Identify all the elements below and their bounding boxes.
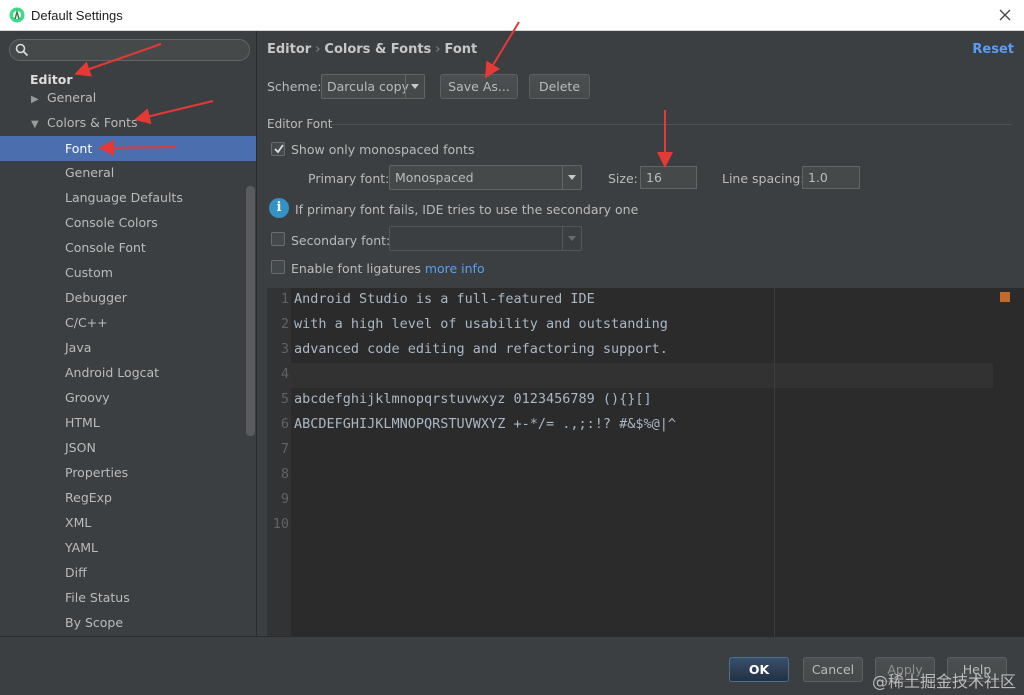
settings-search-input[interactable]	[9, 39, 250, 61]
tree-item-general[interactable]: ▶ General	[31, 85, 96, 110]
line-number: 9	[280, 491, 289, 507]
scheme-label: Scheme:	[267, 79, 322, 94]
dropdown-arrow-icon	[562, 166, 581, 189]
secondary-font-dropdown[interactable]	[389, 226, 582, 251]
editor-font-section-title: Editor Font	[267, 117, 333, 131]
tree-item-java[interactable]: Java	[65, 335, 91, 360]
preview-line: ABCDEFGHIJKLMNOPQRSTUVWXYZ +-*/= .,;:!? …	[294, 416, 677, 432]
line-number: 6	[280, 416, 289, 432]
preview-line: abcdefghijklmnopqrstuvwxyz 0123456789 ()…	[294, 391, 652, 407]
line-number: 8	[280, 466, 289, 482]
breadcrumb: Editor › Colors & Fonts › Font	[267, 42, 478, 57]
close-icon	[999, 9, 1011, 21]
monospaced-label: Show only monospaced fonts	[291, 142, 475, 157]
search-icon	[15, 43, 29, 57]
cancel-button[interactable]: Cancel	[803, 657, 863, 682]
tree-item-font[interactable]: Font	[0, 136, 256, 161]
tree-item-console-font[interactable]: Console Font	[65, 235, 146, 260]
tree-item-colors-fonts[interactable]: ▼ Colors & Fonts	[31, 110, 138, 135]
collapse-arrow-icon: ▼	[31, 119, 39, 130]
dropdown-arrow-icon	[405, 75, 424, 98]
line-number: 5	[280, 391, 289, 407]
tree-item-by-scope[interactable]: By Scope	[65, 610, 123, 635]
sidebar-scrollbar[interactable]	[246, 186, 255, 436]
info-icon: i	[269, 198, 289, 218]
tree-item-file-status[interactable]: File Status	[65, 585, 130, 610]
tree-item-console-colors[interactable]: Console Colors	[65, 210, 158, 235]
tree-item-diff[interactable]: Diff	[65, 560, 87, 585]
font-settings-panel: Editor › Colors & Fonts › Font Reset Scheme:…	[258, 31, 1024, 636]
primary-font-dropdown[interactable]: Monospaced	[389, 165, 582, 190]
preview-line: advanced code editing and refactoring su…	[294, 341, 668, 357]
tree-item-yaml[interactable]: YAML	[65, 535, 98, 560]
line-number: 4	[280, 366, 289, 382]
tree-item-android-logcat[interactable]: Android Logcat	[65, 360, 159, 385]
secondary-font-label: Secondary font:	[291, 233, 391, 248]
save-as-button[interactable]: Save As...	[440, 74, 518, 99]
scheme-dropdown[interactable]: Darcula copy	[321, 74, 425, 99]
monospaced-checkbox[interactable]	[271, 142, 285, 156]
tree-item-general-colors[interactable]: General	[65, 160, 114, 185]
info-message: If primary font fails, IDE tries to use …	[295, 202, 639, 217]
line-number: 3	[280, 341, 289, 357]
line-number: 10	[272, 516, 289, 532]
delete-button[interactable]: Delete	[529, 74, 590, 99]
line-spacing-label: Line spacing:	[722, 171, 805, 186]
primary-font-label: Primary font:	[308, 171, 390, 186]
tree-item-language-defaults[interactable]: Language Defaults	[65, 185, 183, 210]
line-number: 2	[280, 316, 289, 332]
close-window-button[interactable]	[994, 4, 1016, 26]
tree-item-json[interactable]: JSON	[65, 435, 96, 460]
font-size-input[interactable]: 16	[640, 166, 697, 189]
line-number: 7	[280, 441, 289, 457]
current-line-highlight	[291, 363, 993, 388]
font-preview-editor[interactable]: 1 Android Studio is a full-featured IDE 2 w…	[267, 288, 1024, 636]
line-number: 1	[280, 291, 289, 307]
font-ligatures-checkbox[interactable]	[271, 260, 285, 274]
tree-item-groovy[interactable]: Groovy	[65, 385, 110, 410]
tree-item-regexp[interactable]: RegExp	[65, 485, 112, 510]
dialog-footer	[0, 636, 1024, 695]
right-margin-guide	[774, 288, 775, 636]
more-info-link[interactable]: more info	[425, 261, 485, 276]
tree-item-properties[interactable]: Properties	[65, 460, 128, 485]
window-title: Default Settings	[31, 7, 123, 23]
section-divider	[330, 124, 1012, 125]
settings-tree: Editor ▶ General ▼ Colors & Fonts Font Gen…	[0, 31, 257, 636]
preview-line: with a high level of usability and outst…	[294, 316, 668, 332]
tree-item-custom[interactable]: Custom	[65, 260, 113, 285]
tree-item-debugger[interactable]: Debugger	[65, 285, 127, 310]
error-stripe-marker	[1000, 292, 1010, 302]
checkmark-icon	[274, 144, 284, 154]
tree-item-cpp[interactable]: C/C++	[65, 310, 108, 335]
title-bar: Default Settings	[0, 0, 1024, 31]
line-spacing-input[interactable]: 1.0	[802, 166, 860, 189]
font-ligatures-label: Enable font ligatures more info	[291, 261, 485, 276]
tree-item-html[interactable]: HTML	[65, 410, 100, 435]
preview-line: Android Studio is a full-featured IDE	[294, 291, 595, 307]
expand-arrow-icon: ▶	[31, 94, 39, 105]
reset-link[interactable]: Reset	[972, 42, 1014, 57]
dropdown-arrow-icon	[562, 227, 581, 250]
secondary-font-checkbox[interactable]	[271, 232, 285, 246]
watermark: @稀土掘金技术社区	[871, 672, 1016, 691]
android-studio-icon	[9, 7, 25, 23]
size-label: Size:	[608, 171, 638, 186]
ok-button[interactable]: OK	[729, 657, 789, 682]
tree-item-xml[interactable]: XML	[65, 510, 91, 535]
